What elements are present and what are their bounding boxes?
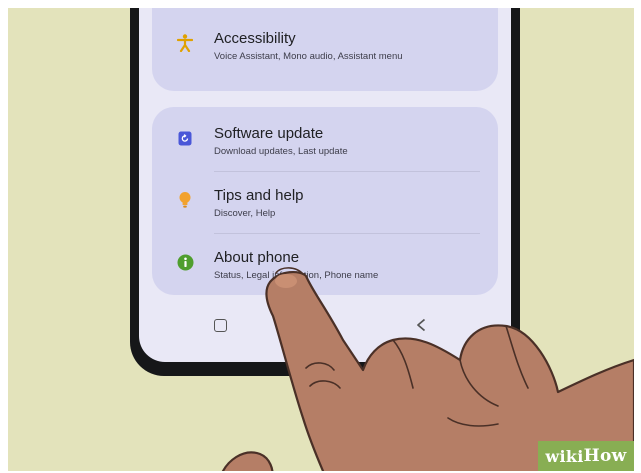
watermark-how: How bbox=[583, 446, 627, 466]
watermark-wiki: wiki bbox=[545, 446, 584, 466]
illustration-scene: Accessibility Voice Assistant, Mono audi… bbox=[8, 8, 634, 471]
wikihow-watermark: wiki How bbox=[538, 441, 634, 471]
pointing-hand-illustration bbox=[221, 267, 634, 471]
